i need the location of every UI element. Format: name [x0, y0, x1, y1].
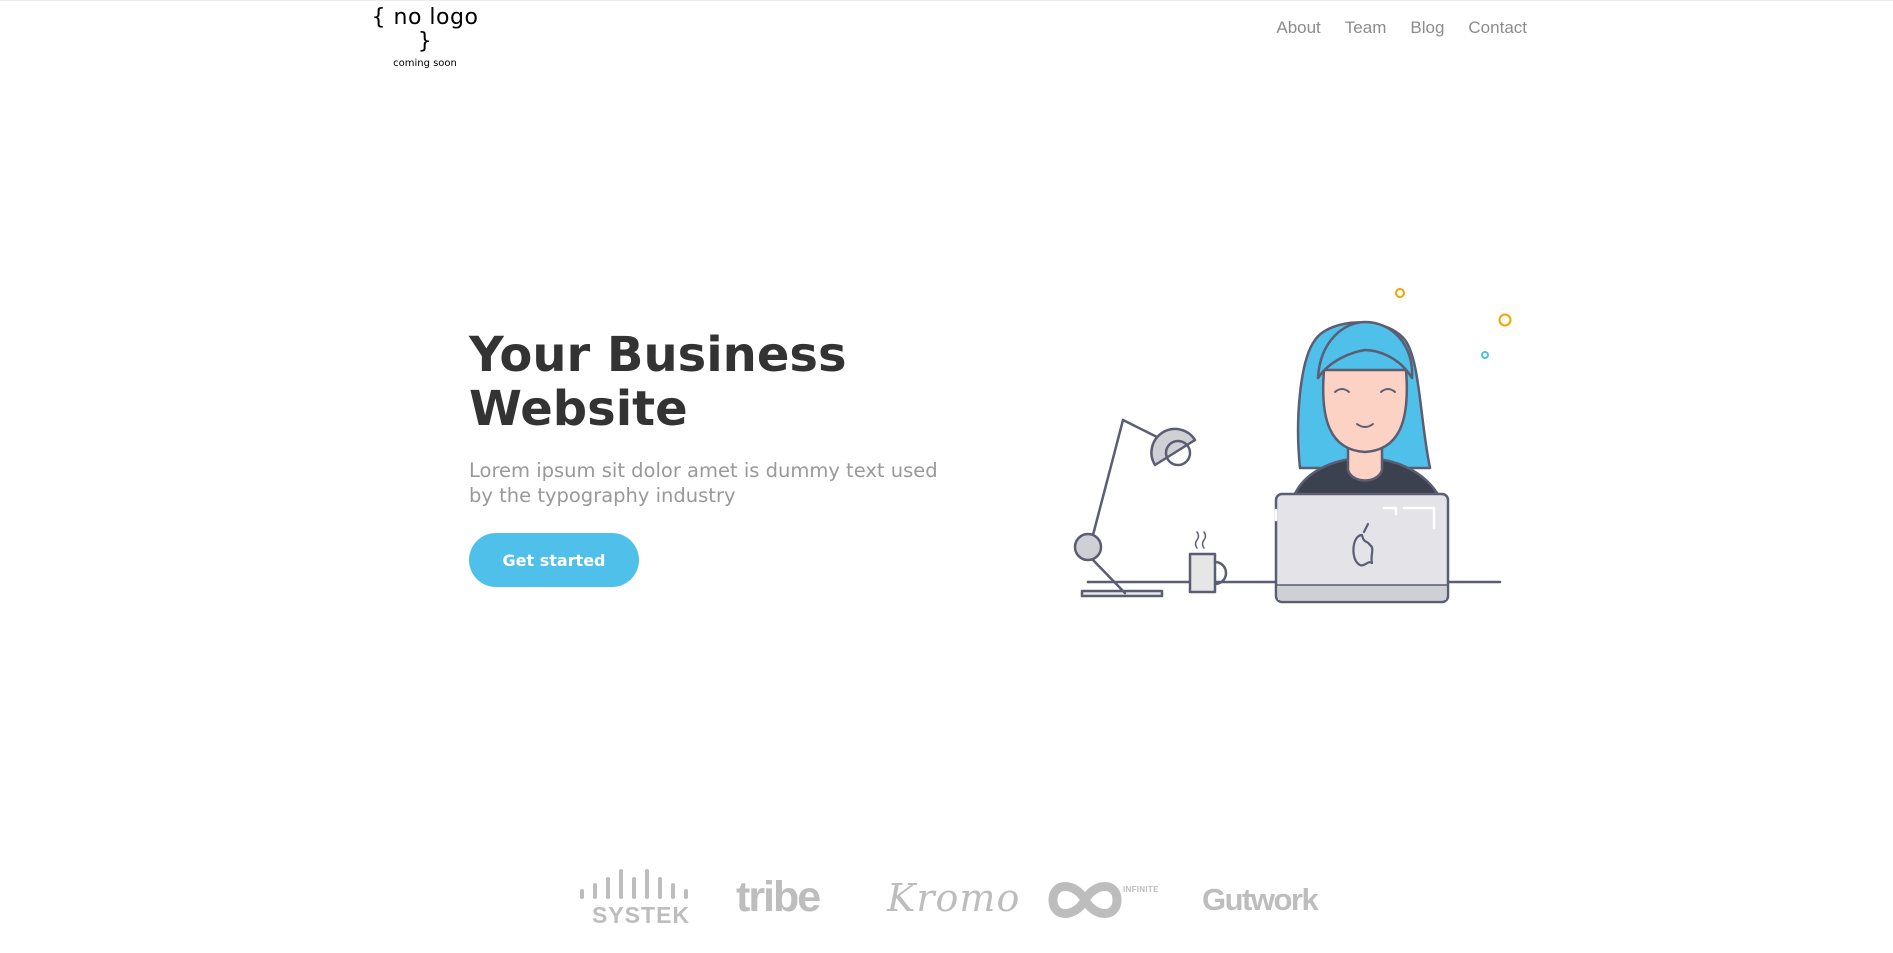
hero-subtitle-line-1: Lorem ipsum sit dolor amet is dummy text…	[469, 459, 938, 482]
hero-title-line-1: Your Business	[469, 327, 847, 383]
desk-lamp-icon	[1073, 418, 1197, 598]
brand-name-systek: SYSTEK	[592, 902, 691, 928]
get-started-button[interactable]: Get started	[469, 533, 639, 587]
nav-link-blog[interactable]: Blog	[1410, 18, 1444, 38]
nav-link-team[interactable]: Team	[1345, 18, 1387, 38]
nav-link-about[interactable]: About	[1276, 18, 1320, 38]
partner-logos: SYSTEK tribe Kromo INFINITE Gutwork	[0, 860, 1893, 940]
logo-text: { no logo }	[371, 5, 479, 54]
logo-tagline: coming soon	[393, 58, 457, 69]
hero-title-line-2: Website	[469, 381, 688, 437]
main-nav: About Team Blog Contact	[1276, 18, 1527, 38]
sparkle-icon	[1481, 351, 1489, 359]
laptop-icon	[1274, 492, 1450, 604]
sparkle-icon	[1498, 313, 1512, 327]
brand-logo-systek: SYSTEK	[578, 860, 698, 930]
woman-at-laptop-illustration	[1073, 288, 1512, 604]
hero-subtitle: Lorem ipsum sit dolor amet is dummy text…	[469, 458, 949, 508]
hero-subtitle-line-2: by the typography industry	[469, 484, 736, 507]
woman-figure	[1291, 320, 1442, 500]
nav-link-contact[interactable]: Contact	[1468, 18, 1527, 38]
brand-logo-infinite: INFINITE	[1045, 876, 1158, 926]
infinity-icon	[1048, 882, 1122, 918]
top-border	[0, 0, 1893, 1]
brand-logo-tribe: tribe	[736, 873, 821, 921]
brand-logo-kromo: Kromo	[887, 876, 1021, 920]
site-logo[interactable]: { no logo } coming soon	[366, 6, 484, 70]
brand-logo-gutwork: Gutwork	[1202, 882, 1319, 917]
coffee-mug-icon	[1188, 531, 1228, 594]
hero-title: Your Business Website	[469, 328, 889, 436]
signal-bars-icon	[580, 869, 688, 899]
brand-name-infinite: INFINITE	[1123, 885, 1159, 894]
sparkle-icon	[1395, 288, 1405, 298]
